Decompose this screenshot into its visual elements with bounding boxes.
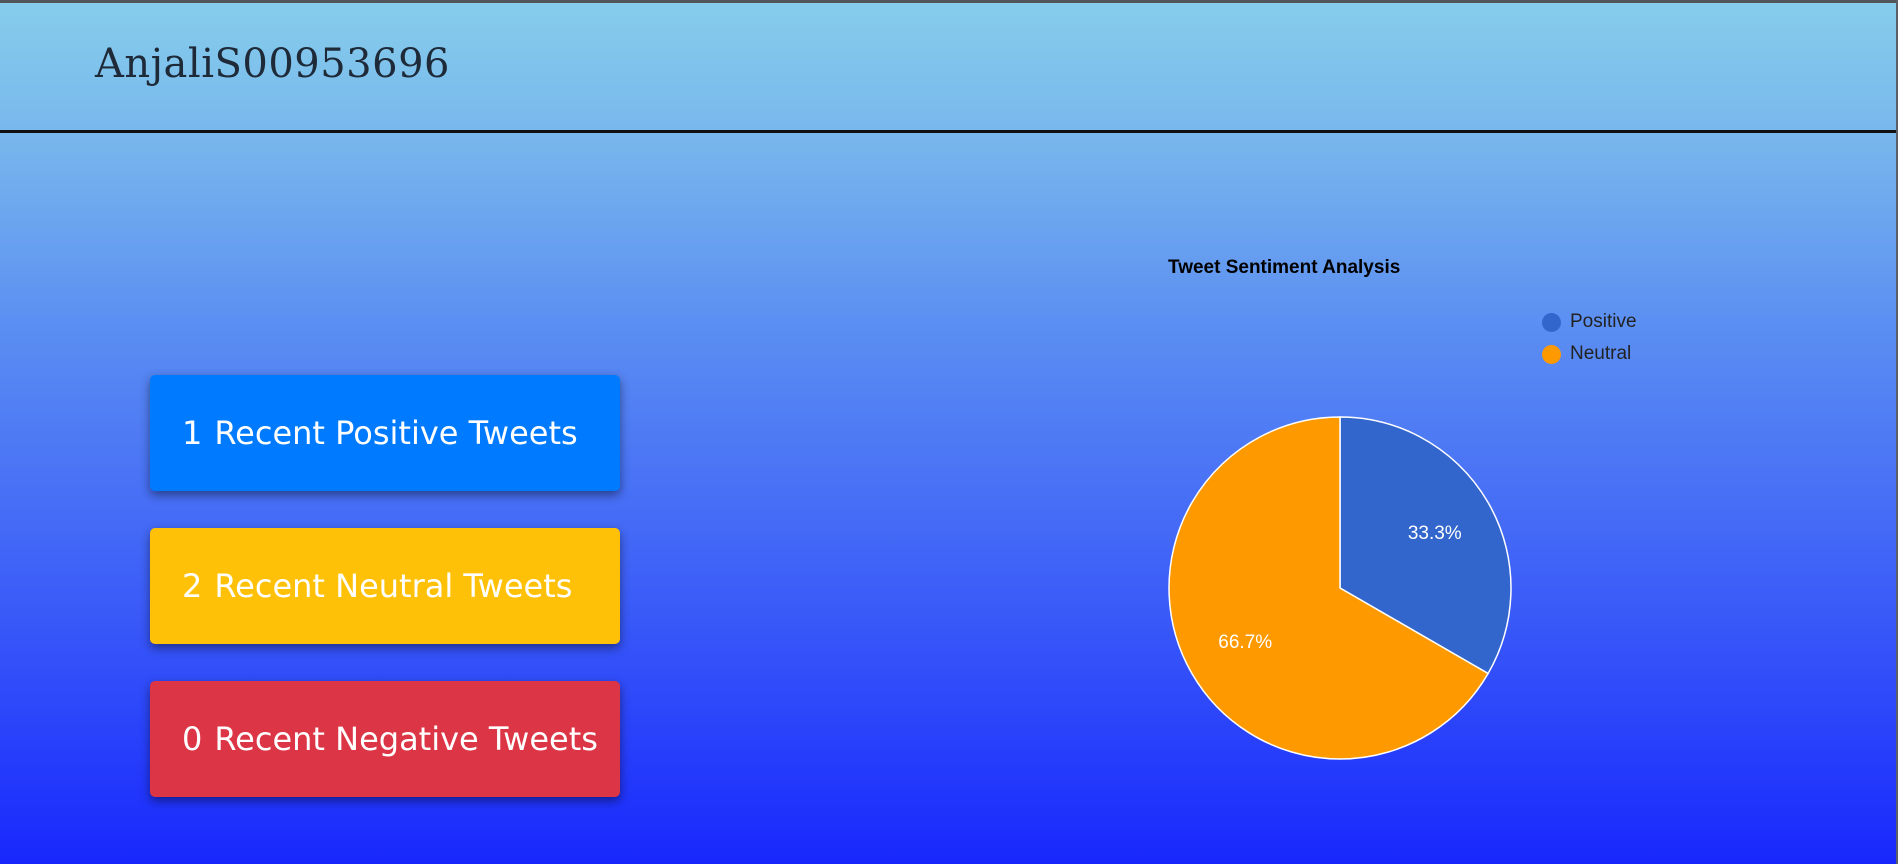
positive-count: 1 — [182, 414, 203, 452]
legend-label-neutral: Neutral — [1570, 343, 1632, 364]
legend-label-positive: Positive — [1570, 311, 1637, 332]
negative-count: 0 — [182, 720, 203, 758]
username-title: AnjaliS00953696 — [95, 41, 450, 87]
neutral-label: Recent Neutral Tweets — [214, 567, 573, 605]
sentiment-chart: 33.3% 66.7% Tweet Sentiment Analysis Posi… — [1160, 248, 1720, 768]
legend-item-positive[interactable]: Positive — [1542, 306, 1637, 338]
pie-label-positive: 33.3% — [1408, 523, 1462, 544]
app-viewport: AnjaliS00953696 1 Recent Positive Tweets … — [0, 0, 1896, 864]
neutral-tweets-button[interactable]: 2 Recent Neutral Tweets — [150, 528, 620, 644]
positive-label: Recent Positive Tweets — [214, 414, 578, 452]
chart-title: Tweet Sentiment Analysis — [1168, 257, 1401, 278]
negative-label: Recent Negative Tweets — [214, 720, 598, 758]
pie-label-neutral: 66.7% — [1218, 632, 1272, 653]
top-bar: AnjaliS00953696 — [0, 3, 1896, 133]
negative-tweets-button[interactable]: 0 Recent Negative Tweets — [150, 681, 620, 797]
legend-item-neutral[interactable]: Neutral — [1542, 338, 1637, 370]
legend-dot-positive — [1542, 312, 1561, 332]
legend-dot-neutral — [1542, 344, 1561, 364]
chart-legend: Positive Neutral — [1542, 306, 1637, 370]
positive-tweets-button[interactable]: 1 Recent Positive Tweets — [150, 375, 620, 491]
neutral-count: 2 — [182, 567, 203, 605]
